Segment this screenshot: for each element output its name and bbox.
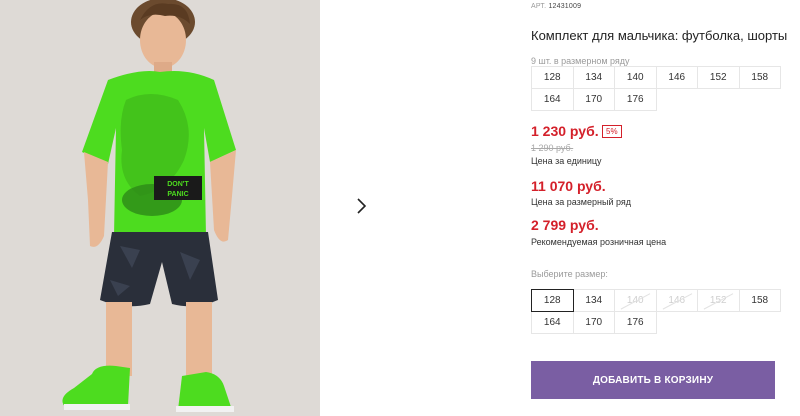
pack-size-cell: 146 xyxy=(655,66,698,89)
pack-size-cell: 170 xyxy=(572,88,615,111)
size-option[interactable]: 158 xyxy=(738,289,781,312)
old-price: 1 290 руб. xyxy=(531,143,574,153)
pack-size-cell: 152 xyxy=(697,66,740,89)
size-option-selected[interactable]: 128 xyxy=(531,289,574,312)
article-number: АРТ. 12431009 xyxy=(531,3,581,10)
size-option[interactable]: 170 xyxy=(572,311,615,334)
retail-price-label: Рекомендуемая розничная цена xyxy=(531,237,667,247)
article-value: 12431009 xyxy=(548,3,582,10)
pack-size-cell: 134 xyxy=(572,66,615,89)
pack-size-cell: 128 xyxy=(531,66,574,89)
row-price-label: Цена за размерный ряд xyxy=(531,197,632,207)
boy-in-outfit-image: DON'T PANIC xyxy=(0,0,320,416)
product-title: Комплект для мальчика: футболка, шорты xyxy=(531,28,788,43)
size-select-label: Выберите размер: xyxy=(531,269,608,279)
pack-size-cell: 176 xyxy=(614,88,657,111)
size-option[interactable]: 176 xyxy=(614,311,657,334)
size-option-disabled: 140 xyxy=(614,289,657,312)
next-image-button[interactable] xyxy=(343,188,381,226)
pack-size-cell: 140 xyxy=(614,66,657,89)
pack-sizes-label: 9 шт. в размерном ряду xyxy=(531,56,630,66)
product-photo: DON'T PANIC xyxy=(0,0,320,416)
pack-size-cell: 164 xyxy=(531,88,574,111)
size-option[interactable]: 164 xyxy=(531,311,574,334)
pack-size-cell: 158 xyxy=(738,66,781,89)
pack-size-grid: 128 134 140 146 152 158 164 170 176 xyxy=(531,66,781,111)
article-label: АРТ. xyxy=(531,3,547,10)
svg-text:PANIC: PANIC xyxy=(167,191,188,198)
size-option-disabled: 146 xyxy=(655,289,698,312)
shirt-print-text: DON'T xyxy=(167,181,189,188)
retail-price: 2 799 руб. xyxy=(531,217,599,233)
row-price: 11 070 руб. xyxy=(531,178,606,194)
discount-badge: 5% xyxy=(602,125,622,138)
unit-price-label: Цена за единицу xyxy=(531,156,602,166)
add-to-cart-button[interactable]: ДОБАВИТЬ В КОРЗИНУ xyxy=(531,361,775,399)
size-option[interactable]: 134 xyxy=(572,289,615,312)
size-select-grid: 128 134 140 146 152 158 164 170 176 xyxy=(531,289,781,334)
size-option-disabled: 152 xyxy=(697,289,740,312)
unit-price: 1 230 руб. xyxy=(531,123,599,139)
chevron-right-icon xyxy=(356,197,368,218)
